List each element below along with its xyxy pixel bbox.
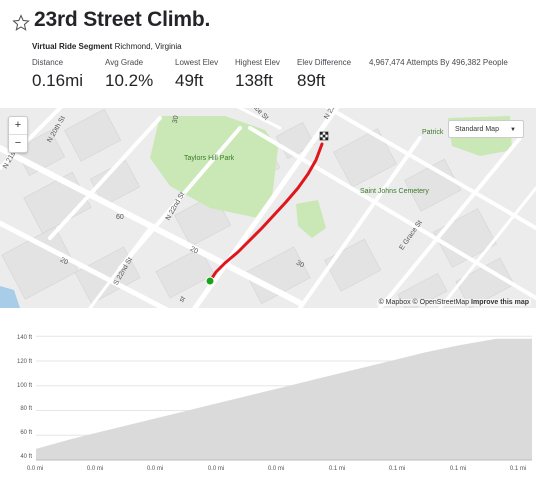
map-label-patrick: Patrick bbox=[422, 129, 444, 136]
zoom-out-button[interactable]: − bbox=[9, 134, 27, 152]
caret-down-icon: ▼ bbox=[510, 127, 516, 133]
segment-type: Virtual Ride Segment bbox=[32, 42, 113, 51]
stat-label: Distance bbox=[32, 58, 64, 67]
elevation-profile[interactable]: 140 ft 120 ft 100 ft 80 ft 60 ft 40 ft 0… bbox=[0, 322, 542, 478]
x-tick-label: 0.0 mi bbox=[26, 466, 44, 472]
osm-link[interactable]: © OpenStreetMap bbox=[413, 299, 470, 306]
improve-map-link[interactable]: Improve this map bbox=[471, 299, 529, 306]
x-tick-label: 0.0 mi bbox=[207, 466, 225, 472]
y-tick-label: 80 ft bbox=[20, 406, 32, 412]
segment-subtitle: Virtual Ride Segment Richmond, Virginia bbox=[32, 42, 182, 51]
segment-header: 23rd Street Climb. Virtual Ride Segment … bbox=[10, 6, 532, 102]
stat-value: 0.16mi bbox=[32, 71, 84, 90]
y-tick-label: 100 ft bbox=[16, 383, 32, 389]
start-marker[interactable] bbox=[205, 276, 215, 286]
mapbox-link[interactable]: © Mapbox bbox=[379, 299, 411, 306]
map-style-select[interactable]: Standard Map ▼ bbox=[448, 120, 524, 138]
zoom-control: + − bbox=[8, 116, 28, 153]
stat-elev-difference: Elev Difference 89ft bbox=[297, 58, 351, 91]
segment-location: Richmond, Virginia bbox=[114, 42, 182, 51]
x-tick-label: 0.1 mi bbox=[388, 466, 406, 472]
x-tick-label: 0.0 mi bbox=[146, 466, 164, 472]
y-tick-label: 60 ft bbox=[20, 430, 32, 436]
stat-value: 89ft bbox=[297, 71, 326, 90]
y-tick-label: 140 ft bbox=[16, 335, 32, 341]
elevation-area bbox=[36, 338, 532, 460]
y-tick-label: 120 ft bbox=[16, 359, 32, 365]
stat-label: Highest Elev bbox=[235, 58, 280, 67]
segment-map[interactable]: Taylors Hill Park Saint Johns Cemetery P… bbox=[0, 108, 536, 308]
finish-flag-icon[interactable] bbox=[319, 131, 329, 141]
zoom-in-button[interactable]: + bbox=[9, 117, 27, 134]
map-label-30a: 30 bbox=[171, 115, 181, 124]
y-tick-label: 40 ft bbox=[20, 454, 32, 460]
x-tick-label: 0.0 mi bbox=[267, 466, 285, 472]
stat-distance: Distance 0.16mi bbox=[32, 58, 83, 91]
stat-highest-elev: Highest Elev 138ft bbox=[235, 58, 280, 91]
stat-lowest-elev: Lowest Elev 49ft bbox=[175, 58, 218, 91]
map-label-taylors-hill-park: Taylors Hill Park bbox=[184, 155, 235, 162]
x-tick-label: 0.1 mi bbox=[509, 466, 527, 472]
map-attribution: © Mapbox © OpenStreetMap Improve this ma… bbox=[376, 299, 531, 306]
page-title: 23rd Street Climb. bbox=[34, 8, 211, 31]
stat-value: 49ft bbox=[175, 71, 204, 90]
x-tick-label: 0.1 mi bbox=[328, 466, 346, 472]
x-tick-label: 0.0 mi bbox=[86, 466, 104, 472]
segment-stats: Distance 0.16mi Avg Grade 10.2% Lowest E… bbox=[32, 58, 532, 98]
x-tick-label: 0.1 mi bbox=[449, 466, 467, 472]
star-icon[interactable] bbox=[12, 14, 30, 32]
stat-label: Avg Grade bbox=[105, 58, 144, 67]
stat-value: 138ft bbox=[235, 71, 273, 90]
stat-label: Elev Difference bbox=[297, 58, 352, 67]
map-label-saint-johns-cemetery: Saint Johns Cemetery bbox=[360, 188, 429, 195]
stat-label: Lowest Elev bbox=[175, 58, 219, 67]
map-label-60: 60 bbox=[116, 214, 124, 221]
attempts-count: 4,967,474 Attempts By 496,382 People bbox=[369, 58, 508, 67]
map-style-label: Standard Map bbox=[455, 126, 499, 133]
stat-value: 10.2% bbox=[105, 71, 154, 90]
elevation-profile-chart bbox=[36, 335, 532, 461]
stat-avg-grade: Avg Grade 10.2% bbox=[105, 58, 153, 91]
